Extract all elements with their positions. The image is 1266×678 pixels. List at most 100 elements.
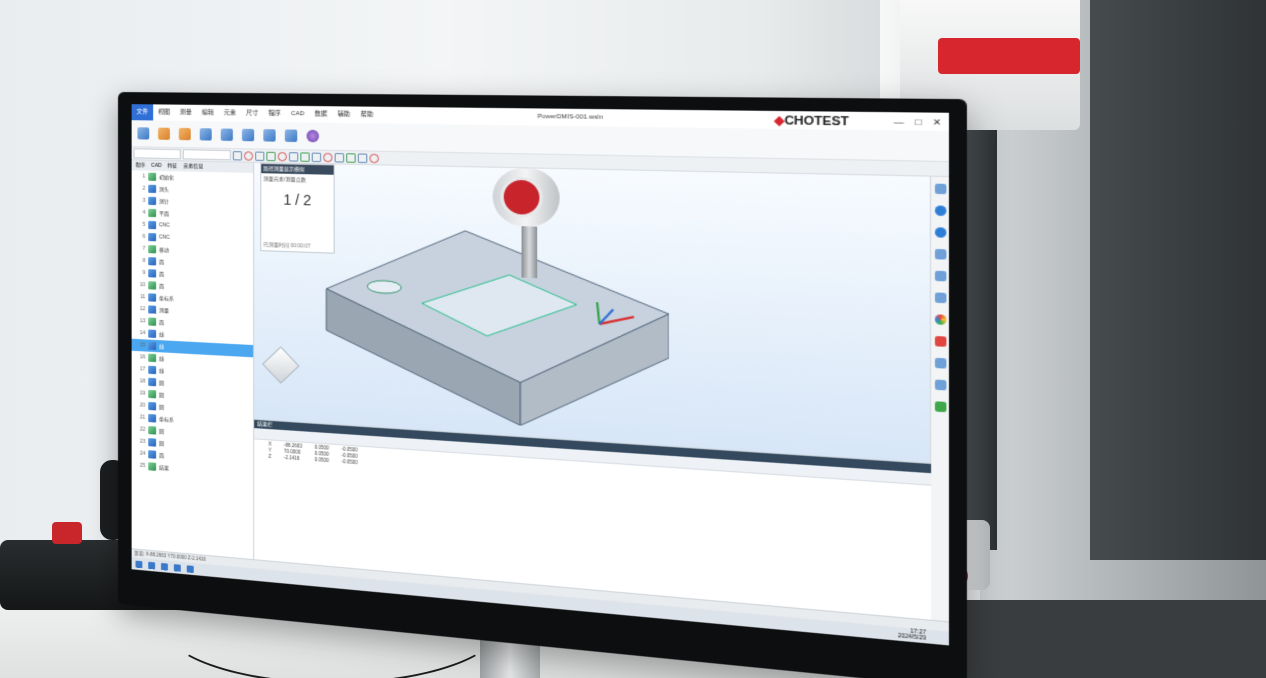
tree-tab[interactable]: 程序 bbox=[136, 160, 146, 170]
menu-item[interactable]: CAD bbox=[286, 106, 309, 123]
menu-item[interactable]: 元素 bbox=[219, 105, 241, 122]
feature-icon bbox=[148, 317, 157, 326]
tree-row-label: 面 bbox=[159, 259, 164, 266]
layout-icon[interactable] bbox=[934, 379, 946, 391]
fit-icon[interactable] bbox=[934, 248, 946, 260]
probe-icon[interactable] bbox=[306, 129, 320, 143]
cad-viewport[interactable]: 路径测量显示模拟 测量元素/测量点数 1 / 2 已测量时间 00:00:07 bbox=[254, 162, 932, 463]
minimize-button[interactable]: — bbox=[894, 116, 904, 126]
screen: 文件 视图 测量 编辑 元素 尺寸 程序 CAD 数据 辅助 帮助 PowerDMIS-001.ws… bbox=[131, 104, 949, 646]
folder-icon[interactable] bbox=[284, 129, 298, 143]
view-cube[interactable] bbox=[262, 346, 300, 384]
rotate-icon[interactable] bbox=[934, 270, 946, 282]
tree-row-number: 1 bbox=[142, 173, 146, 180]
tree-row-number: 9 bbox=[142, 269, 146, 277]
grid-icon[interactable] bbox=[934, 401, 946, 413]
feature-icon bbox=[148, 172, 157, 181]
result-cell: Z bbox=[268, 453, 272, 459]
angle-icon[interactable] bbox=[346, 152, 356, 163]
menu-item[interactable]: 尺寸 bbox=[241, 105, 263, 122]
tree-row-label: 初始化 bbox=[159, 174, 174, 181]
start-icon[interactable] bbox=[135, 560, 143, 568]
line-icon[interactable] bbox=[255, 151, 265, 161]
feature-icon bbox=[148, 329, 157, 338]
point-icon[interactable] bbox=[232, 150, 242, 160]
zoom-icon[interactable] bbox=[934, 292, 946, 304]
cylinder-icon[interactable] bbox=[288, 151, 299, 162]
sphere-icon[interactable] bbox=[277, 151, 287, 161]
tree-row-label: CNC bbox=[159, 222, 170, 229]
tree-row-number: 10 bbox=[139, 281, 146, 289]
feature-icon bbox=[148, 196, 157, 206]
tree-row-number: 19 bbox=[139, 390, 146, 397]
menu-item[interactable]: 辅助 bbox=[332, 106, 355, 123]
distance-icon[interactable] bbox=[334, 152, 345, 163]
tree-row-number: 25 bbox=[139, 462, 146, 470]
export-icon[interactable] bbox=[220, 128, 233, 141]
app-icon[interactable] bbox=[186, 564, 194, 573]
tree-row-number: 16 bbox=[139, 354, 146, 361]
select-icon[interactable] bbox=[934, 183, 946, 195]
menu-item[interactable]: 程序 bbox=[263, 106, 286, 123]
feature-icon bbox=[148, 401, 157, 411]
comment-icon[interactable] bbox=[934, 357, 946, 369]
feature-icon bbox=[148, 208, 157, 218]
new-file-icon[interactable] bbox=[137, 127, 150, 140]
workpiece-model[interactable] bbox=[306, 195, 669, 435]
brand-logo: ◆CHOTEST bbox=[774, 113, 849, 129]
menu-item[interactable]: 数据 bbox=[309, 106, 332, 123]
feature-icon bbox=[148, 184, 157, 193]
menu-item[interactable]: 测量 bbox=[175, 105, 197, 121]
close-button[interactable]: ✕ bbox=[933, 117, 942, 127]
flag-icon[interactable] bbox=[934, 335, 946, 347]
tree-tab[interactable]: CAD bbox=[151, 161, 161, 171]
tree-row-number: 6 bbox=[142, 233, 146, 240]
tree-row-label: 圆 bbox=[159, 404, 164, 411]
report-icon[interactable] bbox=[241, 128, 255, 142]
tree-row-number: 8 bbox=[142, 257, 146, 265]
print-icon[interactable] bbox=[199, 128, 212, 141]
sphere-view-icon[interactable] bbox=[934, 227, 946, 238]
result-cell: 0.0500 bbox=[314, 456, 329, 463]
photo-scene: 文件 视图 测量 编辑 元素 尺寸 程序 CAD 数据 辅助 帮助 PowerDMIS-001.ws… bbox=[0, 0, 1266, 678]
tree-row-label: 线 bbox=[159, 367, 164, 375]
tree-tab[interactable]: 元素信息 bbox=[183, 161, 203, 172]
open-folder-icon[interactable] bbox=[158, 127, 170, 140]
menu-bar: 文件 视图 测量 编辑 元素 尺寸 程序 CAD 数据 辅助 帮助 bbox=[131, 104, 379, 124]
filter-field[interactable] bbox=[182, 149, 231, 161]
color-icon[interactable] bbox=[934, 314, 946, 326]
save-icon[interactable] bbox=[178, 127, 191, 141]
browser-icon[interactable] bbox=[161, 562, 168, 571]
plane-icon[interactable] bbox=[266, 151, 276, 161]
menu-item[interactable]: 文件 bbox=[131, 104, 154, 121]
command-field[interactable] bbox=[133, 148, 181, 160]
tree-row-number: 14 bbox=[139, 330, 146, 337]
explorer-icon[interactable] bbox=[148, 561, 156, 569]
menu-item[interactable]: 帮助 bbox=[355, 107, 378, 124]
feature-icon bbox=[148, 365, 157, 375]
store-icon[interactable] bbox=[173, 563, 181, 572]
circle-icon[interactable] bbox=[243, 150, 254, 161]
ellipse-icon[interactable] bbox=[323, 152, 333, 162]
tree-rows: 1 初始化 2 测头 3 测针 4 平面 5 CNC 6 CNC 7 移动 8 面 9 面 10 面 11 坐标系 12 测量… bbox=[131, 170, 254, 480]
menu-item[interactable]: 编辑 bbox=[197, 105, 219, 122]
feature-icon bbox=[148, 269, 157, 278]
slot-icon[interactable] bbox=[311, 152, 322, 162]
tree-row-number: 3 bbox=[142, 197, 146, 204]
tree-tab[interactable]: 特征 bbox=[168, 161, 178, 171]
cone-icon[interactable] bbox=[300, 151, 310, 162]
settings-icon[interactable] bbox=[263, 129, 276, 142]
tree-row-label: CNC bbox=[159, 234, 170, 241]
parallel-icon[interactable] bbox=[357, 152, 368, 163]
eye-icon[interactable] bbox=[934, 205, 946, 217]
tree-row-label: 面 bbox=[159, 452, 164, 459]
emergency-stop-button bbox=[52, 522, 82, 544]
tree-row-label: 测针 bbox=[159, 198, 169, 205]
position-icon[interactable] bbox=[369, 153, 379, 163]
tree-row-label: 圆 bbox=[159, 379, 164, 387]
tree-row-number: 22 bbox=[139, 426, 146, 433]
menu-item[interactable]: 视图 bbox=[153, 104, 175, 120]
maximize-button[interactable]: □ bbox=[915, 116, 921, 126]
tree-row-label: 坐标系 bbox=[159, 295, 174, 303]
feature-icon bbox=[148, 438, 157, 447]
